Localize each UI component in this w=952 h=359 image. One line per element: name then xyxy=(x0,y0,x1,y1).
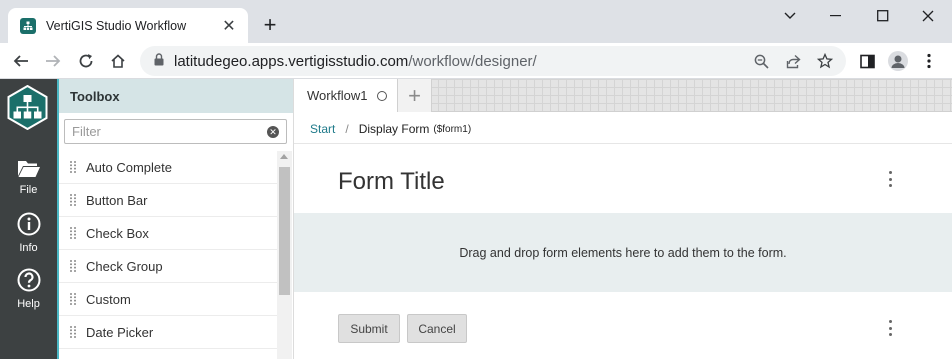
toolbox-filter: ✕ xyxy=(64,119,287,144)
url-text: latitudegeo.apps.vertigisstudio.com/work… xyxy=(174,53,537,70)
toolbox-list: Auto Complete Button Bar Check Box Check… xyxy=(59,151,277,349)
reload-icon[interactable] xyxy=(74,49,98,73)
folder-icon xyxy=(17,159,41,181)
side-panel-icon[interactable] xyxy=(855,49,879,73)
submit-button[interactable]: Submit xyxy=(338,314,400,343)
browser-menu-icon[interactable] xyxy=(917,49,941,73)
zoom-icon[interactable] xyxy=(750,50,772,72)
drag-handle-icon xyxy=(70,260,76,272)
breadcrumb-current-id: ($form1) xyxy=(433,123,472,135)
toolbox-item-label: Auto Complete xyxy=(86,159,172,175)
toolbox-item-custom[interactable]: Custom xyxy=(59,283,277,316)
toolbox-item-check-group[interactable]: Check Group xyxy=(59,250,277,283)
unsaved-indicator-icon xyxy=(377,90,388,101)
cancel-button[interactable]: Cancel xyxy=(407,314,467,343)
form-designer: Workflow1 + Start / Display Form ($form1… xyxy=(294,79,952,359)
drag-handle-icon xyxy=(70,227,76,239)
url-path: /workflow/designer/ xyxy=(408,52,537,70)
filter-input[interactable] xyxy=(65,120,267,143)
breadcrumb-start-link[interactable]: Start xyxy=(310,122,335,136)
toolbox-item-label: Check Box xyxy=(86,225,149,241)
toolbox-item-label: Date Picker xyxy=(86,324,154,340)
bookmark-star-icon[interactable] xyxy=(814,50,836,72)
form-drop-zone[interactable]: Drag and drop form elements here to add … xyxy=(294,213,952,292)
back-arrow-icon[interactable] xyxy=(9,49,33,73)
breadcrumb-separator: / xyxy=(345,122,349,136)
drag-handle-icon xyxy=(70,194,76,206)
toolbox-panel: Toolbox ✕ Auto Complete Button Bar Check… xyxy=(59,79,294,359)
address-bar[interactable]: latitudegeo.apps.vertigisstudio.com/work… xyxy=(140,46,846,76)
browser-toolbar: latitudegeo.apps.vertigisstudio.com/work… xyxy=(0,43,952,79)
toolbox-item-check-box[interactable]: Check Box xyxy=(59,217,277,250)
breadcrumb-divider xyxy=(294,143,952,144)
share-icon[interactable] xyxy=(782,50,804,72)
toolbox-item-label: Custom xyxy=(86,291,131,307)
workflow-tab[interactable]: Workflow1 xyxy=(294,79,398,112)
rail-item-help[interactable]: Help xyxy=(0,268,57,310)
breadcrumb-current: Display Form xyxy=(358,122,430,136)
close-tab-icon[interactable]: ✕ xyxy=(220,17,238,35)
minimize-icon[interactable] xyxy=(822,6,850,26)
scroll-up-arrow-icon[interactable] xyxy=(280,154,288,159)
add-workflow-tab-icon[interactable]: + xyxy=(398,79,432,112)
toolbox-item-date-picker[interactable]: Date Picker xyxy=(59,316,277,349)
window-close-icon[interactable] xyxy=(914,6,942,26)
breadcrumb: Start / Display Form ($form1) xyxy=(310,122,471,136)
drop-zone-hint: Drag and drop form elements here to add … xyxy=(459,245,787,260)
browser-tab[interactable]: VertiGIS Studio Workflow ✕ xyxy=(8,8,248,43)
form-header-menu-icon[interactable] xyxy=(887,171,893,187)
toolbox-item-button-bar[interactable]: Button Bar xyxy=(59,184,277,217)
forward-arrow-icon[interactable] xyxy=(41,49,65,73)
lock-icon xyxy=(154,53,164,69)
maximize-icon[interactable] xyxy=(869,6,897,26)
clear-filter-icon[interactable]: ✕ xyxy=(267,125,279,138)
form-footer-menu-icon[interactable] xyxy=(887,320,893,336)
workflow-tab-bar: Workflow1 + xyxy=(294,79,952,112)
drag-handle-icon xyxy=(70,161,76,173)
drag-handle-icon xyxy=(70,293,76,305)
rail-item-help-label: Help xyxy=(17,298,40,310)
browser-tab-title: VertiGIS Studio Workflow xyxy=(46,18,187,33)
rail-item-info-label: Info xyxy=(19,242,38,254)
app-sidebar: File Info Help xyxy=(0,79,57,359)
workflow-tab-label: Workflow1 xyxy=(307,88,368,103)
info-icon xyxy=(17,212,41,239)
scrollbar-thumb[interactable] xyxy=(279,167,290,295)
toolbox-item-label: Check Group xyxy=(86,258,163,274)
drag-handle-icon xyxy=(70,326,76,338)
rail-item-file[interactable]: File xyxy=(0,159,57,196)
browser-tab-strip: VertiGIS Studio Workflow ✕ + xyxy=(0,0,952,43)
toolbox-item-auto-complete[interactable]: Auto Complete xyxy=(59,151,277,184)
url-host: latitudegeo.apps.vertigisstudio.com xyxy=(174,52,409,70)
rail-item-file-label: File xyxy=(19,184,38,196)
profile-avatar-icon[interactable] xyxy=(886,49,910,73)
help-icon xyxy=(17,268,41,295)
toolbox-scrollbar[interactable] xyxy=(277,151,292,359)
vertigis-favicon-icon xyxy=(20,17,36,34)
toolbox-item-label: Button Bar xyxy=(86,192,148,208)
toolbox-title: Toolbox xyxy=(59,79,293,113)
form-title[interactable]: Form Title xyxy=(338,168,445,196)
home-icon[interactable] xyxy=(106,49,130,73)
vertigis-logo-icon[interactable] xyxy=(5,84,50,131)
rail-item-info[interactable]: Info xyxy=(0,212,57,254)
chevron-down-icon[interactable] xyxy=(776,6,804,26)
new-tab-icon[interactable]: + xyxy=(259,14,281,36)
